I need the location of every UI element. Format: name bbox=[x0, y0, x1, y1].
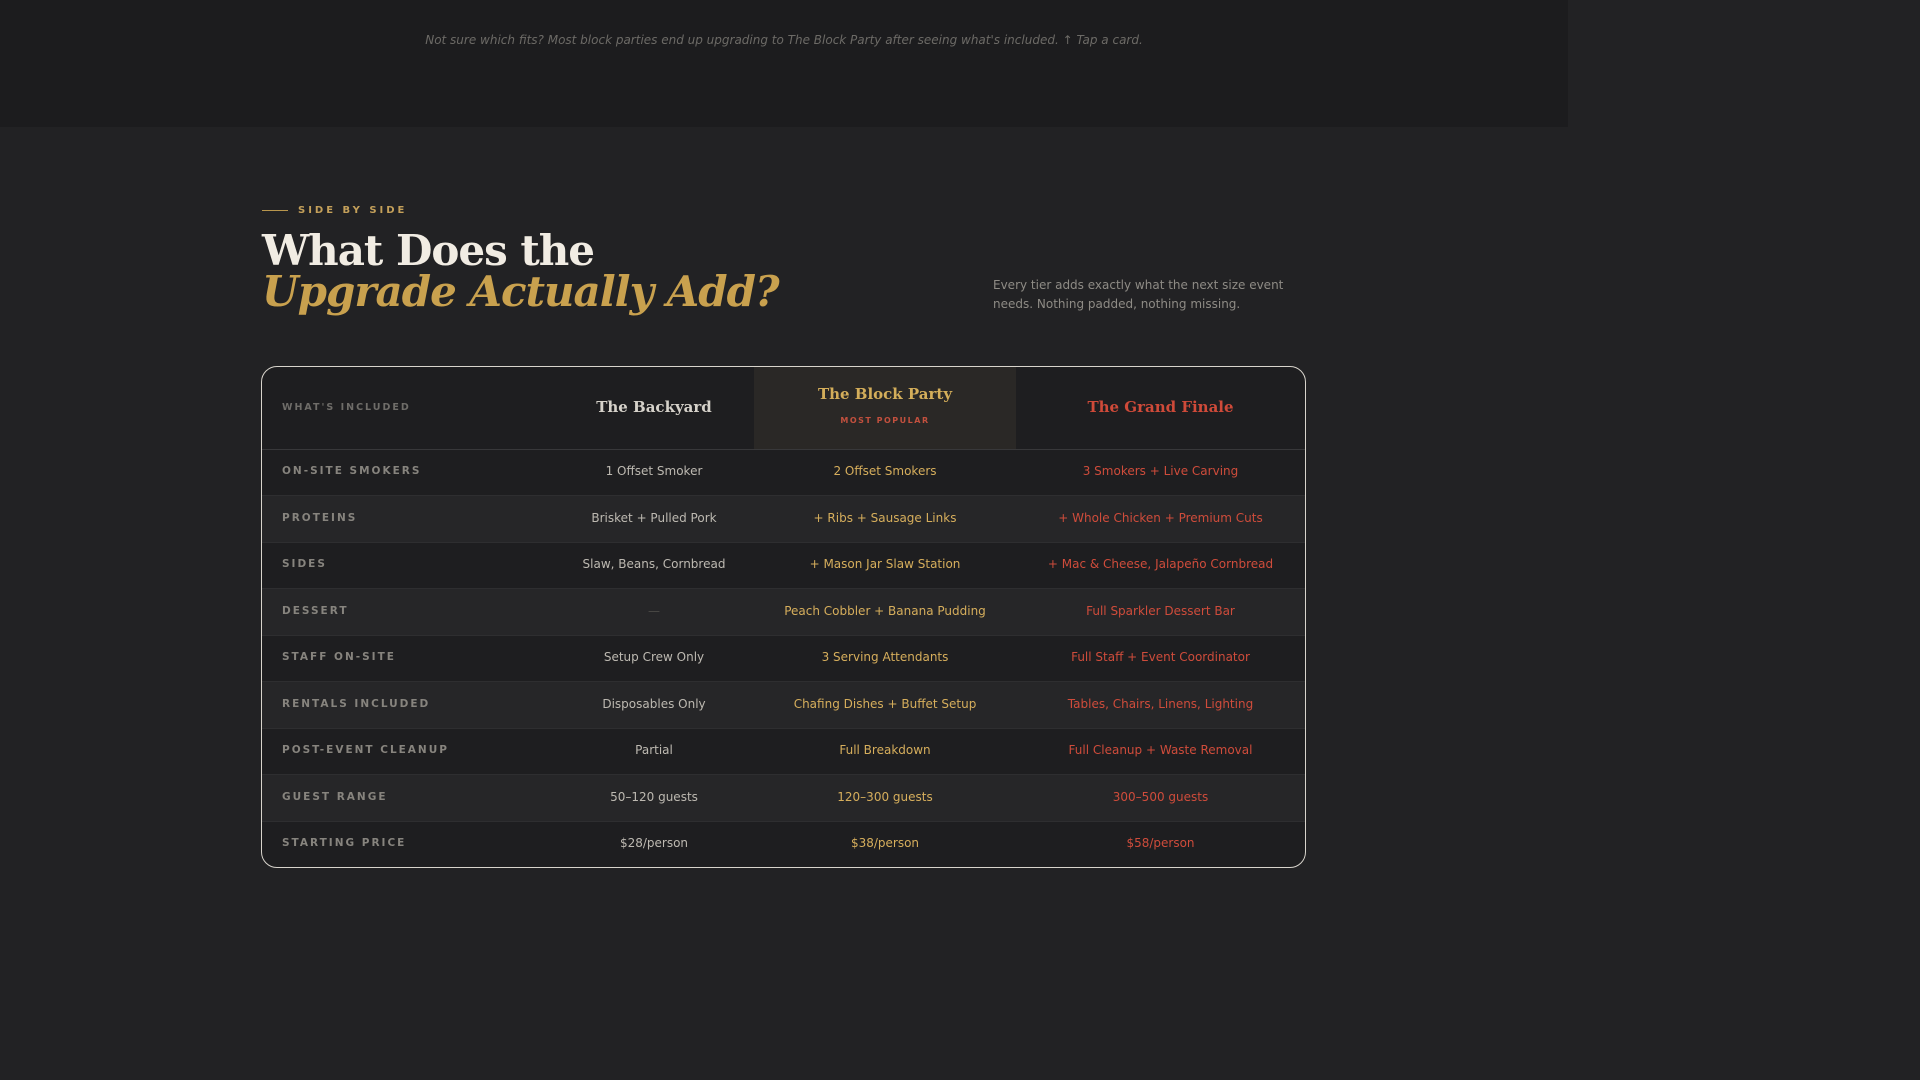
cell-grand-finale: Full Cleanup + Waste Removal bbox=[1068, 743, 1253, 757]
tier-header-block-party: The Block Party bbox=[817, 385, 953, 403]
cell-backyard: Disposables Only bbox=[602, 696, 706, 711]
cell-block-party: 120–300 guests bbox=[837, 789, 933, 804]
table-row: SIDES Slaw, Beans, Cornbread + Mason Jar… bbox=[262, 542, 1305, 589]
cell-block-party: + Ribs + Sausage Links bbox=[813, 510, 957, 525]
section-title-accent: Upgrade Actually Add? bbox=[262, 267, 780, 316]
comparison-table: WHAT'S INCLUDED The Backyard The Block P… bbox=[261, 366, 1306, 868]
table-row: STAFF ON-SITE Setup Crew Only 3 Serving … bbox=[262, 635, 1305, 682]
cell-block-party: Peach Cobbler + Banana Pudding bbox=[784, 603, 986, 618]
cell-backyard: 1 Offset Smoker bbox=[605, 464, 703, 478]
row-label: ON-SITE SMOKERS bbox=[282, 465, 422, 477]
cell-grand-finale: 300–500 guests bbox=[1112, 789, 1209, 804]
tier-header-grand-finale: The Grand Finale bbox=[1087, 398, 1234, 416]
table-row: PROTEINS Brisket + Pulled Pork + Ribs + … bbox=[262, 495, 1305, 543]
cell-backyard: Slaw, Beans, Cornbread bbox=[582, 557, 726, 571]
most-popular-badge: MOST POPULAR bbox=[840, 416, 930, 425]
cell-backyard: Partial bbox=[635, 743, 673, 757]
row-label: SIDES bbox=[282, 558, 327, 570]
cell-block-party: $38/person bbox=[850, 836, 920, 850]
eyebrow-rule bbox=[262, 210, 288, 211]
cell-grand-finale: + Whole Chicken + Premium Cuts bbox=[1058, 510, 1263, 525]
cell-block-party: + Mason Jar Slaw Station bbox=[809, 557, 961, 571]
cell-grand-finale: $58/person bbox=[1126, 836, 1195, 850]
section-subtitle: Every tier adds exactly what the next si… bbox=[993, 278, 1284, 311]
cell-grand-finale: Full Sparkler Dessert Bar bbox=[1086, 603, 1235, 618]
top-band: Not sure which fits? Most block parties … bbox=[0, 0, 1568, 127]
table-row: STARTING PRICE $28/person $38/person $58… bbox=[262, 821, 1305, 867]
cell-grand-finale: 3 Smokers + Live Carving bbox=[1082, 464, 1239, 478]
section-eyebrow: SIDE BY SIDE bbox=[262, 205, 407, 216]
cell-backyard: Setup Crew Only bbox=[603, 650, 705, 664]
cell-grand-finale: + Mac & Cheese, Jalapeño Cornbread bbox=[1047, 557, 1274, 571]
cell-block-party: Full Breakdown bbox=[839, 743, 931, 757]
cell-grand-finale: Full Staff + Event Coordinator bbox=[1071, 650, 1250, 664]
cell-block-party: Chafing Dishes + Buffet Setup bbox=[793, 696, 977, 711]
cell-backyard: $28/person bbox=[619, 836, 689, 850]
tier-hint-note: Not sure which fits? Most block parties … bbox=[425, 33, 1143, 47]
eyebrow-label: SIDE BY SIDE bbox=[298, 205, 408, 216]
cell-block-party: 3 Serving Attendants bbox=[821, 650, 949, 664]
cell-grand-finale: Tables, Chairs, Linens, Lighting bbox=[1067, 696, 1254, 711]
row-label: STAFF ON-SITE bbox=[282, 651, 396, 663]
cell-backyard: — bbox=[648, 603, 660, 618]
tier-header-backyard: The Backyard bbox=[596, 398, 712, 416]
row-label: PROTEINS bbox=[282, 511, 358, 524]
cell-block-party: 2 Offset Smokers bbox=[833, 464, 937, 478]
cell-backyard: 50–120 guests bbox=[610, 789, 698, 804]
row-label: POST-EVENT CLEANUP bbox=[282, 744, 449, 756]
header-label: WHAT'S INCLUDED bbox=[282, 402, 411, 413]
row-label: DESSERT bbox=[282, 604, 349, 617]
table-header: WHAT'S INCLUDED The Backyard The Block P… bbox=[262, 367, 1305, 450]
cell-backyard: Brisket + Pulled Pork bbox=[591, 510, 717, 525]
row-label: STARTING PRICE bbox=[282, 837, 407, 849]
table-row: GUEST RANGE 50–120 guests 120–300 guests… bbox=[262, 774, 1305, 822]
row-label: RENTALS INCLUDED bbox=[282, 697, 431, 710]
tier-header-highlight bbox=[754, 367, 1016, 449]
table-row: RENTALS INCLUDED Disposables Only Chafin… bbox=[262, 681, 1305, 729]
table-row: DESSERT — Peach Cobbler + Banana Pudding… bbox=[262, 588, 1305, 636]
table-row: ON-SITE SMOKERS 1 Offset Smoker 2 Offset… bbox=[262, 449, 1305, 496]
table-row: POST-EVENT CLEANUP Partial Full Breakdow… bbox=[262, 728, 1305, 775]
row-label: GUEST RANGE bbox=[282, 790, 388, 803]
